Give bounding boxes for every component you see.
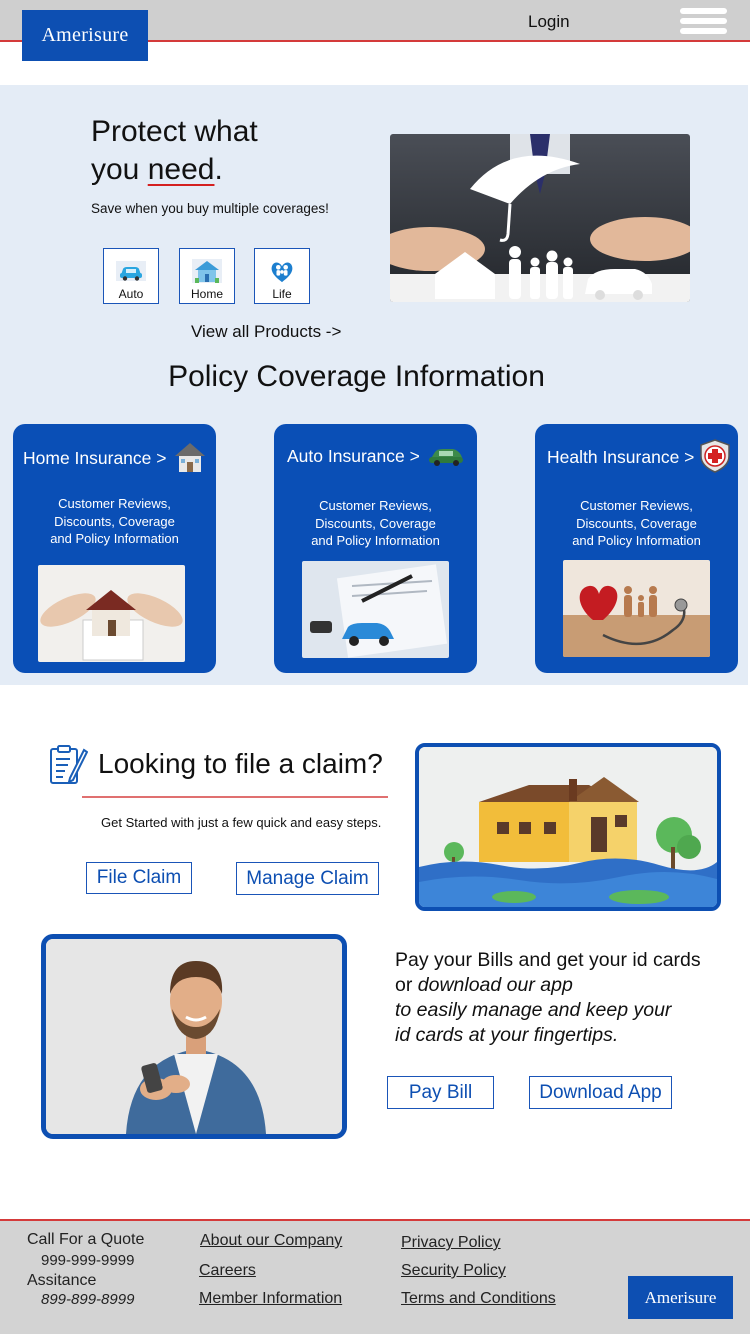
- house-icon: [192, 259, 222, 283]
- hero-title: Protect what you need.: [91, 113, 258, 189]
- home-insurance-card[interactable]: Home Insurance > Customer Reviews, Disco…: [13, 424, 216, 673]
- quote-phone[interactable]: 999-999-9999: [41, 1252, 134, 1269]
- desc-line: and Policy Information: [50, 531, 179, 546]
- product-auto-label: Auto: [118, 287, 144, 301]
- download-app-button[interactable]: Download App: [529, 1076, 672, 1109]
- health-insurance-title[interactable]: Health Insurance >: [547, 447, 694, 468]
- bills-line2-emphasis: download our app: [417, 974, 573, 996]
- bills-line2-pre: or: [395, 974, 418, 996]
- family-heart-icon: [271, 262, 293, 283]
- footer-link-privacy[interactable]: Privacy Policy: [401, 1234, 501, 1252]
- auto-insurance-photo: [302, 561, 449, 658]
- flood-house-illustration: [415, 743, 721, 911]
- hero-subtitle: Save when you buy multiple coverages!: [91, 201, 329, 216]
- house-icon: [175, 443, 205, 472]
- hero-title-line2: you need.: [91, 151, 258, 189]
- bills-line4: id cards at your fingertips.: [395, 1023, 735, 1048]
- hero-title-pre: you: [91, 153, 148, 186]
- hamburger-menu-icon[interactable]: [680, 8, 728, 34]
- bills-line2: or download our app: [395, 973, 735, 998]
- toy-car-document-photo: [302, 561, 449, 658]
- footer-link-careers[interactable]: Careers: [199, 1262, 256, 1280]
- hero-photo: [390, 134, 690, 302]
- health-insurance-photo: [563, 560, 710, 657]
- footer-link-terms[interactable]: Terms and Conditions: [401, 1290, 556, 1308]
- desc-line: Customer Reviews,: [58, 496, 171, 511]
- hero-title-emphasis: need: [147, 153, 215, 186]
- bills-line4-text: id cards at your fingertips.: [395, 1024, 619, 1046]
- man-with-phone-photo: [41, 934, 347, 1139]
- claim-title: Looking to file a claim?: [98, 748, 383, 779]
- quote-label: Call For a Quote: [27, 1231, 145, 1248]
- file-claim-button[interactable]: File Claim: [86, 862, 192, 894]
- claim-subtitle: Get Started with just a few quick and ea…: [101, 815, 382, 830]
- home-insurance-photo: [38, 565, 185, 662]
- house-in-hands-photo: [38, 565, 185, 662]
- product-life-button[interactable]: Life: [254, 248, 310, 304]
- desc-line: Customer Reviews,: [580, 498, 693, 513]
- desc-line: and Policy Information: [311, 533, 440, 548]
- assistance-label: Assitance: [27, 1272, 97, 1289]
- login-link[interactable]: Login: [528, 12, 570, 32]
- product-life-label: Life: [272, 287, 292, 301]
- desc-line: Discounts, Coverage: [576, 515, 697, 531]
- brand-logo[interactable]: Amerisure: [22, 10, 148, 61]
- heart-stethoscope-photo: [563, 560, 710, 657]
- auto-insurance-desc: Customer Reviews, Discounts, Coverage an…: [274, 497, 477, 550]
- auto-insurance-title[interactable]: Auto Insurance >: [287, 446, 420, 467]
- product-home-label: Home: [190, 287, 223, 301]
- claim-divider: [82, 796, 388, 798]
- clipboard-edit-icon: [50, 745, 88, 784]
- car-icon: [116, 261, 146, 281]
- coverage-section-title: Policy Coverage Information: [168, 360, 545, 393]
- hero-title-post: .: [214, 153, 223, 186]
- footer-link-about[interactable]: About our Company: [200, 1232, 342, 1250]
- desc-line: Customer Reviews,: [319, 498, 432, 513]
- desc-line: Discounts, Coverage: [54, 513, 175, 529]
- product-home-button[interactable]: Home: [179, 248, 235, 304]
- umbrella-family-photo: [390, 134, 690, 302]
- smiling-man-image: [46, 939, 342, 1134]
- hero-title-line1: Protect what: [91, 115, 258, 148]
- bills-line1: Pay your Bills and get your id cards: [395, 949, 701, 971]
- bills-description: Pay your Bills and get your id cards or …: [395, 948, 735, 1048]
- manage-claim-button[interactable]: Manage Claim: [236, 862, 379, 895]
- home-insurance-desc: Customer Reviews, Discounts, Coverage an…: [13, 495, 216, 548]
- footer-link-security[interactable]: Security Policy: [401, 1262, 506, 1280]
- footer-brand-name: Amerisure: [644, 1287, 717, 1307]
- footer-link-member-info[interactable]: Member Information: [199, 1290, 342, 1308]
- medical-shield-icon: [700, 439, 730, 473]
- assistance-phone[interactable]: 899-899-8999: [41, 1291, 134, 1308]
- home-insurance-title[interactable]: Home Insurance >: [23, 448, 166, 469]
- auto-insurance-card[interactable]: Auto Insurance > Customer Reviews, Disco…: [274, 424, 477, 673]
- desc-line: and Policy Information: [572, 533, 701, 548]
- view-all-products-link[interactable]: View all Products ->: [191, 322, 341, 342]
- footer-brand-logo[interactable]: Amerisure: [628, 1276, 733, 1319]
- desc-line: Discounts, Coverage: [315, 515, 436, 531]
- brand-name: Amerisure: [41, 24, 129, 46]
- car-icon: [429, 449, 463, 466]
- product-auto-button[interactable]: Auto: [103, 248, 159, 304]
- flooded-house-image: [419, 747, 717, 907]
- bills-line3: to easily manage and keep your: [395, 998, 735, 1023]
- pay-bill-button[interactable]: Pay Bill: [387, 1076, 494, 1109]
- bills-line3-text: to easily manage and keep your: [395, 999, 672, 1021]
- health-insurance-card[interactable]: Health Insurance > Customer Reviews, Dis…: [535, 424, 738, 673]
- health-insurance-desc: Customer Reviews, Discounts, Coverage an…: [535, 497, 738, 550]
